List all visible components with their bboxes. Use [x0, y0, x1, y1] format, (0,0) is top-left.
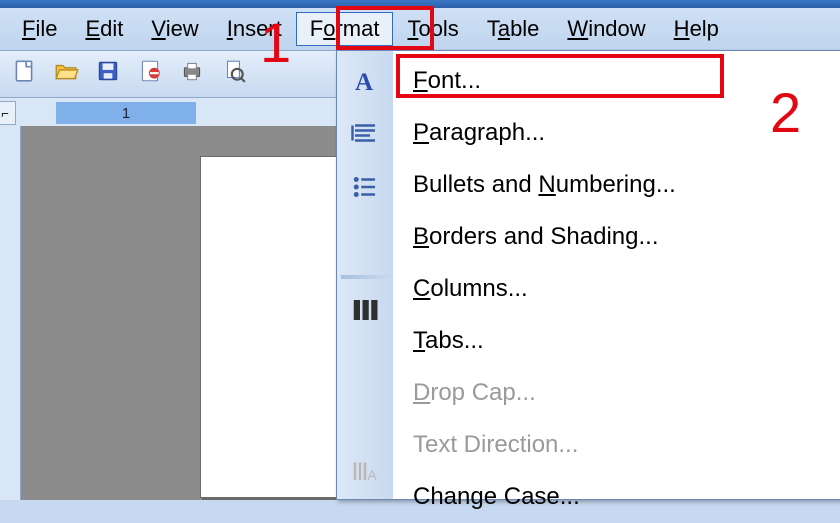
print-icon: [179, 58, 205, 90]
menu-edit[interactable]: Edit: [71, 12, 137, 46]
svg-text:A: A: [368, 468, 378, 483]
format-bullets-item[interactable]: Bullets and Numbering...: [393, 159, 840, 211]
svg-text:A: A: [355, 69, 373, 95]
ruler-number: 1: [56, 102, 196, 124]
format-textdirection-item[interactable]: Text Direction...: [393, 419, 840, 471]
text-direction-icon: A: [343, 445, 387, 495]
bullets-icon: [343, 162, 387, 212]
paragraph-lines-icon: [343, 109, 387, 159]
menu-file[interactable]: File: [8, 12, 71, 46]
menu-insert[interactable]: Insert: [213, 12, 296, 46]
open-button[interactable]: [50, 58, 82, 90]
format-tabs-item[interactable]: Tabs...: [393, 315, 840, 367]
menu-tools[interactable]: Tools: [393, 12, 472, 46]
format-borders-item[interactable]: Borders and Shading...: [393, 211, 840, 263]
menu-view[interactable]: View: [137, 12, 212, 46]
blank-icon: [343, 338, 387, 388]
gutter-separator: [341, 275, 389, 279]
columns-icon: [343, 285, 387, 335]
open-icon: [53, 58, 79, 90]
format-font-item[interactable]: Font...: [393, 55, 840, 107]
print-button[interactable]: [176, 58, 208, 90]
title-bar: [0, 0, 840, 8]
menu-table[interactable]: Table: [473, 12, 554, 46]
blank-icon: [343, 216, 387, 266]
permission-icon: [137, 58, 163, 90]
ruler-left-fragment: ⌐: [0, 101, 16, 125]
menu-help[interactable]: Help: [660, 12, 733, 46]
print-preview-icon: [221, 58, 247, 90]
dropdown-icon-gutter: A A: [337, 51, 393, 499]
menu-window[interactable]: Window: [553, 12, 659, 46]
format-dropdown: A A Font... Paragraph... Bullets and Num…: [336, 50, 840, 500]
save-button[interactable]: [92, 58, 124, 90]
dropdown-list: Font... Paragraph... Bullets and Numberi…: [393, 51, 840, 499]
print-preview-button[interactable]: [218, 58, 250, 90]
format-changecase-item[interactable]: Change Case...: [393, 471, 840, 523]
save-icon: [95, 58, 121, 90]
menu-bar: File Edit View Insert Format Tools Table…: [0, 8, 840, 51]
menu-format[interactable]: Format: [296, 12, 394, 46]
format-dropcap-item[interactable]: Drop Cap...: [393, 367, 840, 419]
font-a-icon: A: [343, 55, 387, 105]
ruler-track[interactable]: 1: [56, 102, 196, 124]
blank-icon: [343, 392, 387, 442]
new-doc-button[interactable]: [8, 58, 40, 90]
permission-button[interactable]: [134, 58, 166, 90]
format-columns-item[interactable]: Columns...: [393, 263, 840, 315]
new-doc-icon: [11, 58, 37, 90]
format-paragraph-item[interactable]: Paragraph...: [393, 107, 840, 159]
